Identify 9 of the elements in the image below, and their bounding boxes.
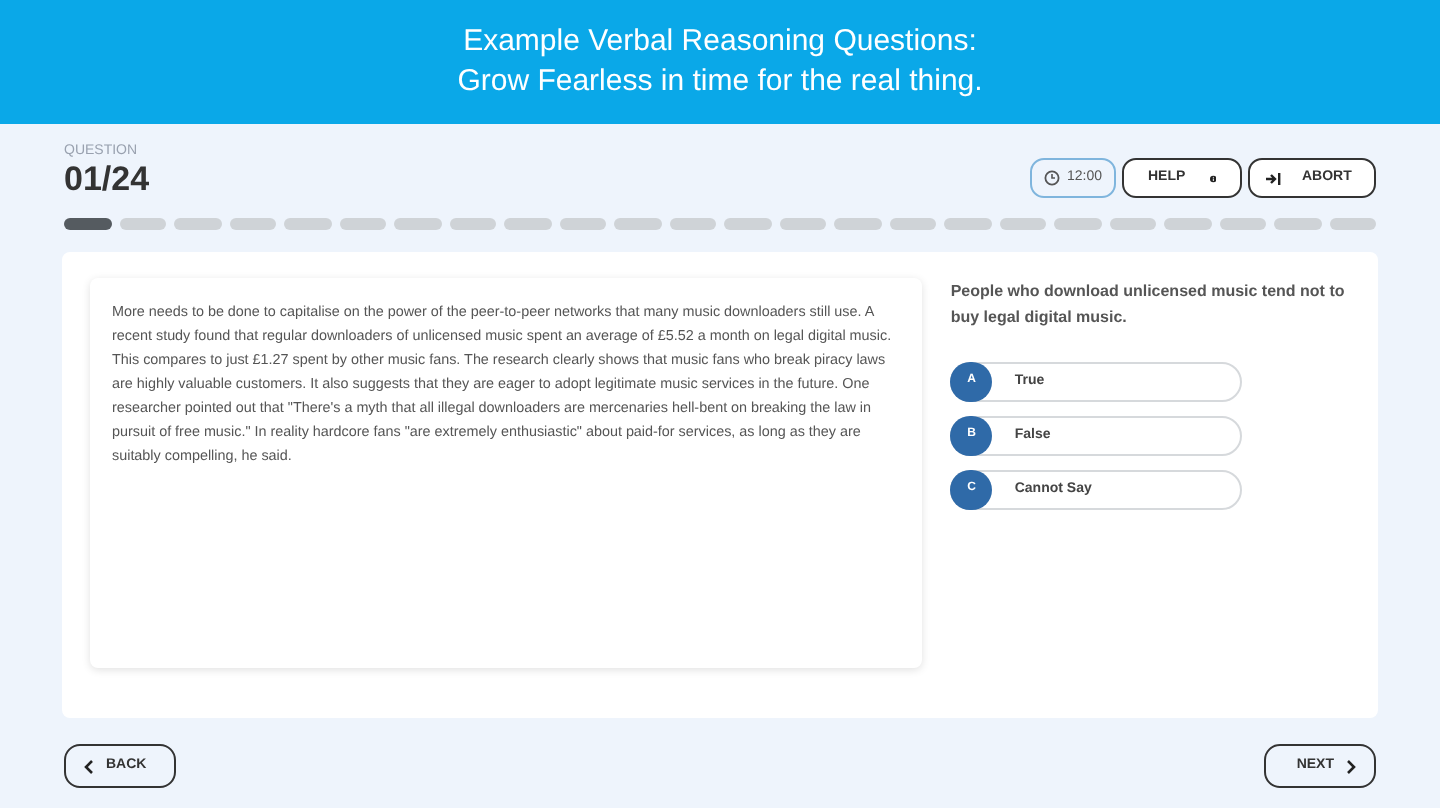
header-title: Example Verbal Reasoning Questions: xyxy=(461,22,979,62)
question-statement: People who download unlicensed music tend not to buy legal digital music. xyxy=(950,280,1347,330)
chevron-left-icon xyxy=(84,759,94,773)
header-title: Grow Fearless in time for the real thing. xyxy=(457,62,983,102)
info-icon xyxy=(1209,171,1216,185)
clock-icon xyxy=(1044,170,1061,186)
chevron-right-icon xyxy=(1346,759,1356,773)
question-number: 01/24 xyxy=(64,160,150,200)
exit-icon xyxy=(1266,171,1282,185)
